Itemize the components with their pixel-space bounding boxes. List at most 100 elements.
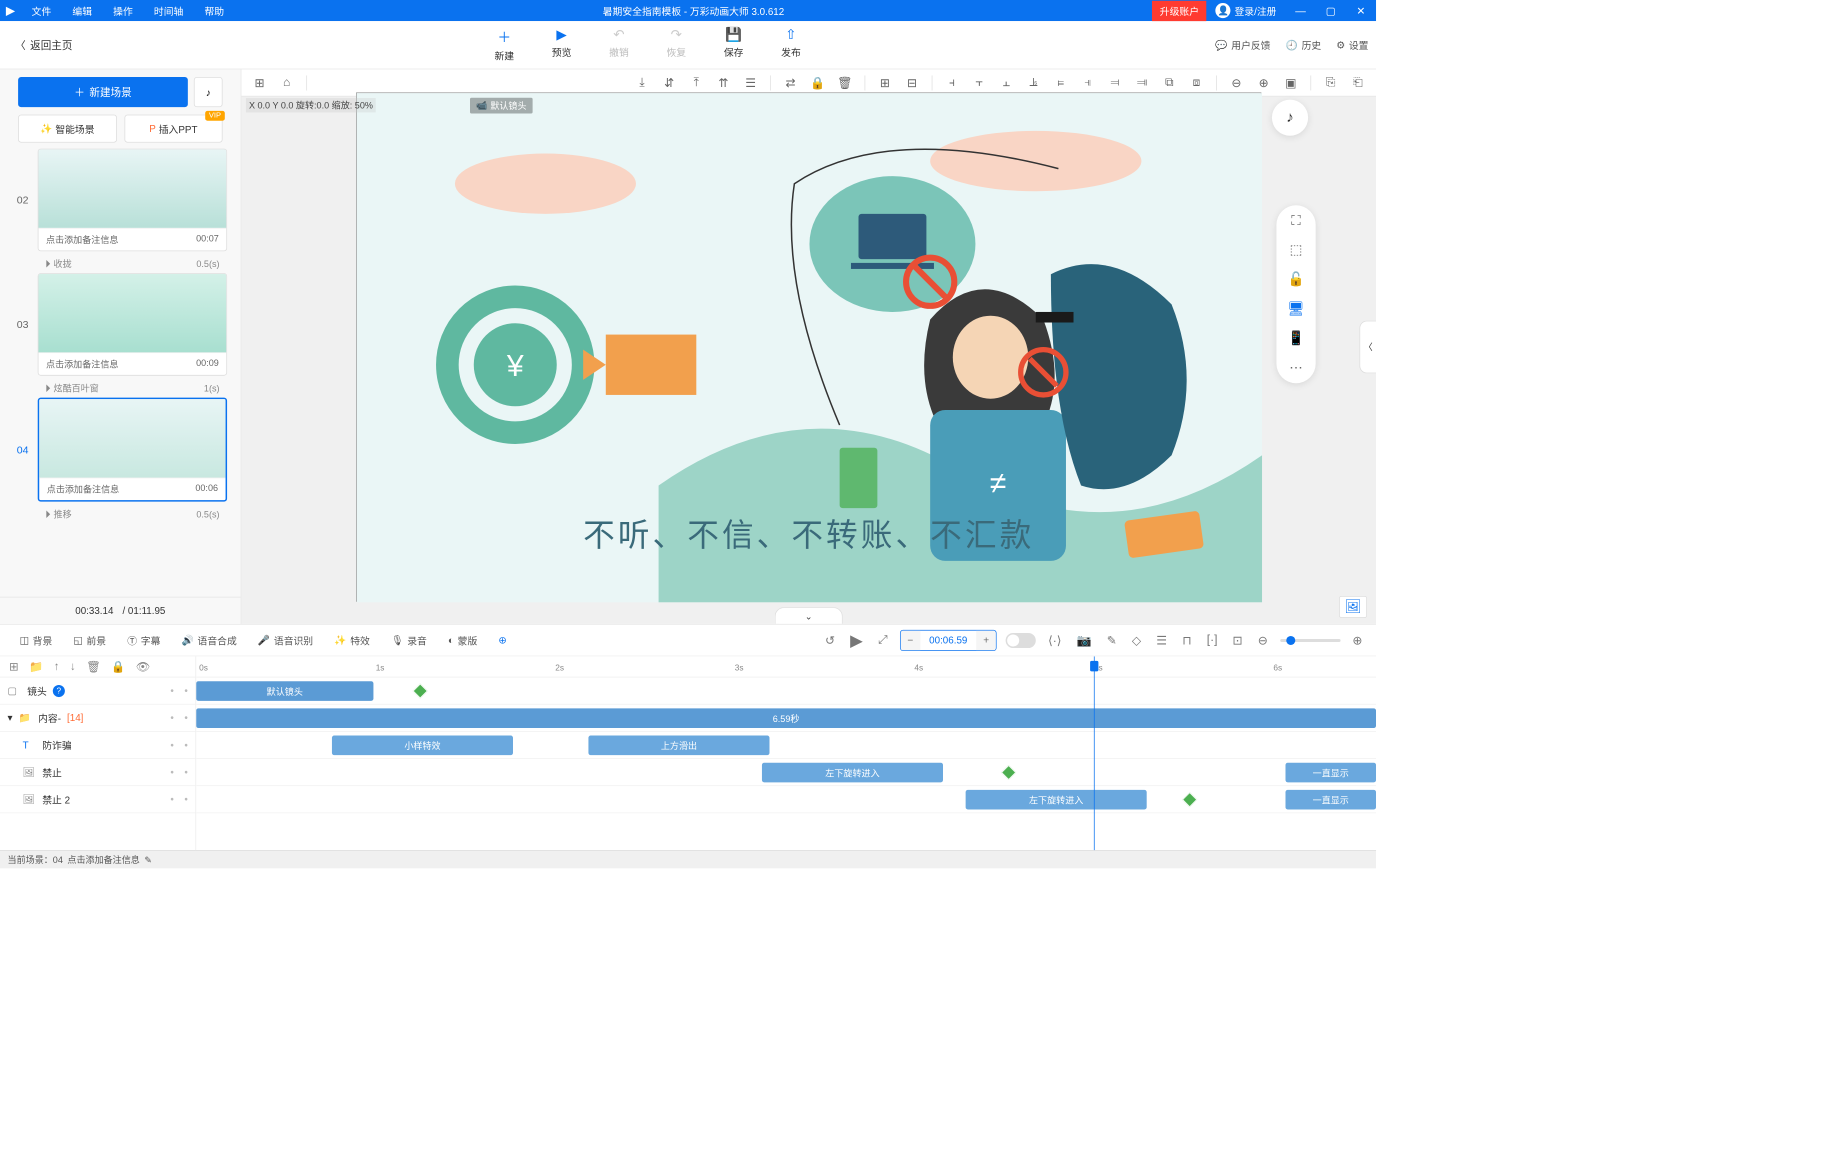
clip-rot1[interactable]: 左下旋转进入 <box>762 763 943 783</box>
upgrade-button[interactable]: 升级账户 <box>1152 0 1206 20</box>
clip-fx2[interactable]: 上方滑出 <box>588 736 769 756</box>
menu-edit[interactable]: 编辑 <box>62 3 103 17</box>
music-button[interactable]: ♪ <box>194 77 223 107</box>
filter-icon[interactable]: ☰ <box>1153 633 1170 648</box>
tab-record[interactable]: 🎙录音 <box>382 625 436 656</box>
copy-icon[interactable]: ⎘ <box>1320 72 1341 93</box>
tab-subtitle[interactable]: Ⓣ字幕 <box>118 625 169 656</box>
tab-mask[interactable]: ◐蒙版 <box>439 625 486 656</box>
track-row-content[interactable]: 6.59秒 <box>196 705 1376 732</box>
mobile-icon[interactable]: 📱 <box>1288 330 1305 346</box>
align-top2-icon[interactable]: ⇈ <box>713 72 734 93</box>
align-bottom-icon[interactable]: ⤓ <box>631 72 652 93</box>
track-row-lens[interactable]: 默认镜头 <box>196 677 1376 704</box>
music-float-button[interactable]: ♪ <box>1272 100 1308 136</box>
zoom-in-button[interactable]: ⊕ <box>1349 633 1365 648</box>
distribute-icon[interactable]: ☰ <box>740 72 761 93</box>
clip-lens[interactable]: 默认镜头 <box>196 681 373 701</box>
camera-icon[interactable]: 📷 <box>1074 633 1095 648</box>
play-button[interactable]: ▶ <box>847 630 866 650</box>
track-forbid1[interactable]: 🖼 禁止 •• <box>0 759 195 786</box>
back-home-button[interactable]: 〈 返回主页 <box>8 37 80 52</box>
track-text[interactable]: T 防诈骗 •• <box>0 732 195 759</box>
collapse-timeline-button[interactable]: ⌄ <box>775 607 843 624</box>
home-icon[interactable]: ⌂ <box>276 72 297 93</box>
zoom-slider[interactable] <box>1280 639 1340 642</box>
track-row-forbid1[interactable]: 左下旋转进入 一直显示 <box>196 759 1376 786</box>
menu-action[interactable]: 操作 <box>103 3 144 17</box>
new-button[interactable]: ＋新建 <box>494 27 514 62</box>
image-button[interactable]: 🖼 <box>1339 596 1367 618</box>
close-button[interactable]: ✕ <box>1346 4 1376 17</box>
lock-icon[interactable]: 🔒 <box>807 72 828 93</box>
save-button[interactable]: 💾保存 <box>724 27 744 62</box>
layer-folder-icon[interactable]: 📁 <box>29 660 43 674</box>
ungroup-icon[interactable]: ⊟ <box>902 72 923 93</box>
align-t-icon[interactable]: ⫡ <box>1023 72 1044 93</box>
new-scene-button[interactable]: ＋新建场景 <box>18 77 188 107</box>
clip-show1[interactable]: 一直显示 <box>1285 763 1376 783</box>
align-b-icon[interactable]: ⫣ <box>1077 72 1098 93</box>
align-left-icon[interactable]: ⫞ <box>941 72 962 93</box>
tab-foreground[interactable]: ◱前景 <box>64 625 115 656</box>
layer-add-icon[interactable]: ⊞ <box>9 660 18 674</box>
rewind-button[interactable]: ↺ <box>822 633 838 648</box>
dist-v-icon[interactable]: ⫥ <box>1132 72 1153 93</box>
group-icon[interactable]: ⊞ <box>874 72 895 93</box>
add-keyframe-button[interactable] <box>1001 765 1016 780</box>
align-vcenter-icon[interactable]: ⇵ <box>659 72 680 93</box>
canvas-stage[interactable]: 📹默认镜头 ¥ <box>356 92 1261 601</box>
track-row-forbid2[interactable]: 左下旋转进入 一直显示 <box>196 786 1376 813</box>
scene-item-02[interactable]: 02 点击添加备注信息00:07 <box>14 149 227 252</box>
align-hcenter-icon[interactable]: ⫟ <box>969 72 990 93</box>
zoom-in-icon[interactable]: ⊕ <box>1253 72 1274 93</box>
history-button[interactable]: 🕘历史 <box>1286 38 1322 52</box>
fullscreen-icon[interactable]: ⛶ <box>1291 213 1301 229</box>
layer-eye-icon[interactable]: 👁 <box>136 660 150 674</box>
bring-front-icon[interactable]: ⧈ <box>1186 72 1207 93</box>
tab-effects[interactable]: ✨特效 <box>325 625 379 656</box>
zoom-out-icon[interactable]: ⊖ <box>1226 72 1247 93</box>
scene-item-04[interactable]: 04 点击添加备注信息00:06 <box>14 398 227 502</box>
transition-row[interactable]: ⏵推移0.5(s) <box>14 505 227 524</box>
edit-icon[interactable]: ✎ <box>1104 633 1120 648</box>
track-content[interactable]: ▾ 📁 内容-[14] •• <box>0 705 195 732</box>
clip-rot2[interactable]: 左下旋转进入 <box>966 790 1147 810</box>
ruler-icon[interactable]: ⊞ <box>249 72 270 93</box>
clip-show2[interactable]: 一直显示 <box>1285 790 1376 810</box>
tab-background[interactable]: ◫背景 <box>11 625 62 656</box>
align-top-icon[interactable]: ⤒ <box>686 72 707 93</box>
add-keyframe-button[interactable] <box>1182 792 1197 807</box>
dist-h-icon[interactable]: ⫤ <box>1104 72 1125 93</box>
maximize-button[interactable]: ▢ <box>1316 4 1346 17</box>
desktop-icon[interactable]: 🖥 <box>1287 301 1304 317</box>
layer-up-icon[interactable]: ↑ <box>54 660 60 673</box>
magnet-icon[interactable]: ⊓ <box>1179 633 1194 648</box>
insert-ppt-tab[interactable]: P插入PPTVIP <box>124 115 222 143</box>
fit-icon[interactable]: ⊡ <box>1230 633 1246 648</box>
minimize-button[interactable]: — <box>1285 5 1315 17</box>
fit-width-icon[interactable]: ⬚ <box>1290 242 1303 258</box>
more-icon[interactable]: ⋯ <box>1289 360 1303 376</box>
undo-button[interactable]: ↶撤销 <box>609 27 629 62</box>
tab-tts[interactable]: 🔊语音合成 <box>172 625 245 656</box>
expand-button[interactable]: ⤢ <box>875 633 891 647</box>
playhead[interactable] <box>1094 656 1095 850</box>
align-m-icon[interactable]: ⫢ <box>1050 72 1071 93</box>
redo-button[interactable]: ↷恢复 <box>666 27 686 62</box>
login-button[interactable]: 👤 登录/注册 <box>1207 3 1286 18</box>
feedback-button[interactable]: 💬用户反馈 <box>1215 38 1270 52</box>
menu-timeline[interactable]: 时间轴 <box>143 3 194 17</box>
expand-right-panel[interactable]: 〈 <box>1359 320 1376 373</box>
fit-icon[interactable]: ▣ <box>1280 72 1301 93</box>
track-lens[interactable]: ▢ 镜头 ? •• <box>0 677 195 704</box>
tab-asr[interactable]: 🎤语音识别 <box>249 625 322 656</box>
loop-toggle[interactable] <box>1006 633 1036 648</box>
preview-button[interactable]: ▶预览 <box>552 27 572 62</box>
time-plus-button[interactable]: + <box>976 630 996 650</box>
keyframe-in-icon[interactable]: ⟨·⟩ <box>1045 633 1064 648</box>
zoom-out-button[interactable]: ⊖ <box>1255 633 1271 648</box>
bracket-icon[interactable]: [·] <box>1204 633 1221 647</box>
align-right-icon[interactable]: ⫠ <box>996 72 1017 93</box>
menu-help[interactable]: 帮助 <box>194 3 235 17</box>
